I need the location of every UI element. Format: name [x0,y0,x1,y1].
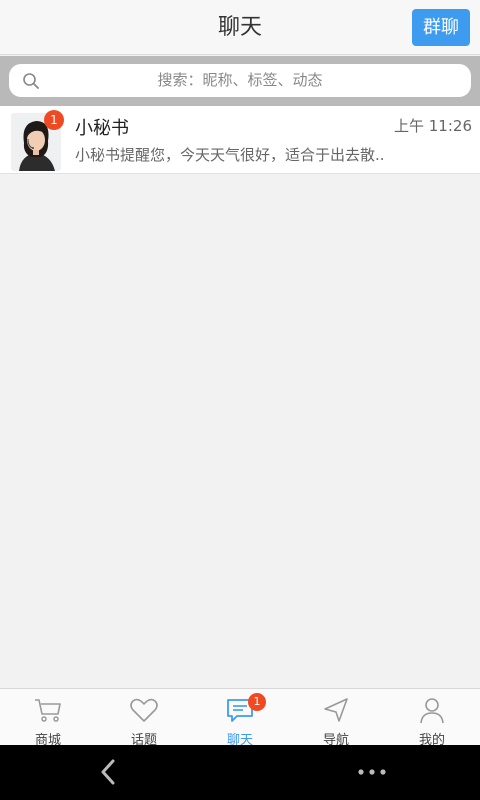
user-icon [420,698,444,724]
search-input[interactable]: 搜索：昵称、标签、动态 [9,64,471,97]
unread-badge: 1 [44,110,64,130]
tab-chat[interactable]: 1 聊天 [192,689,288,748]
chat-name: 小秘书 [75,118,129,139]
tab-mall[interactable]: 商城 [0,689,96,748]
header-bar: 聊天 群聊 [0,0,480,55]
search-placeholder: 搜索：昵称、标签、动态 [157,71,323,89]
chat-last-message: 小秘书提醒您，今天天气很好，适合于出去散.. [75,146,385,164]
tab-unread-badge: 1 [248,693,266,711]
tab-navigation[interactable]: 导航 [288,689,384,748]
tab-me[interactable]: 我的 [384,689,480,748]
search-bar: 搜索：昵称、标签、动态 [0,56,480,106]
system-navigation-bar [0,745,480,800]
back-icon[interactable] [95,757,123,787]
page-title: 聊天 [217,15,262,40]
chat-time: 上午 11:26 [394,117,472,135]
chat-list: 1 小秘书 上午 11:26 小秘书提醒您，今天天气很好，适合于出去散.. [0,106,480,174]
tab-topics[interactable]: 话题 [96,689,192,748]
group-chat-button[interactable]: 群聊 [412,9,470,46]
chat-list-item[interactable]: 1 小秘书 上午 11:26 小秘书提醒您，今天天气很好，适合于出去散.. [0,106,480,174]
navigation-icon [324,698,348,722]
bottom-tab-bar: 商城 话题 1 聊天 导航 我的 [0,688,480,748]
heart-icon [130,698,158,722]
cart-icon [35,699,61,722]
more-options-icon[interactable] [355,759,389,785]
